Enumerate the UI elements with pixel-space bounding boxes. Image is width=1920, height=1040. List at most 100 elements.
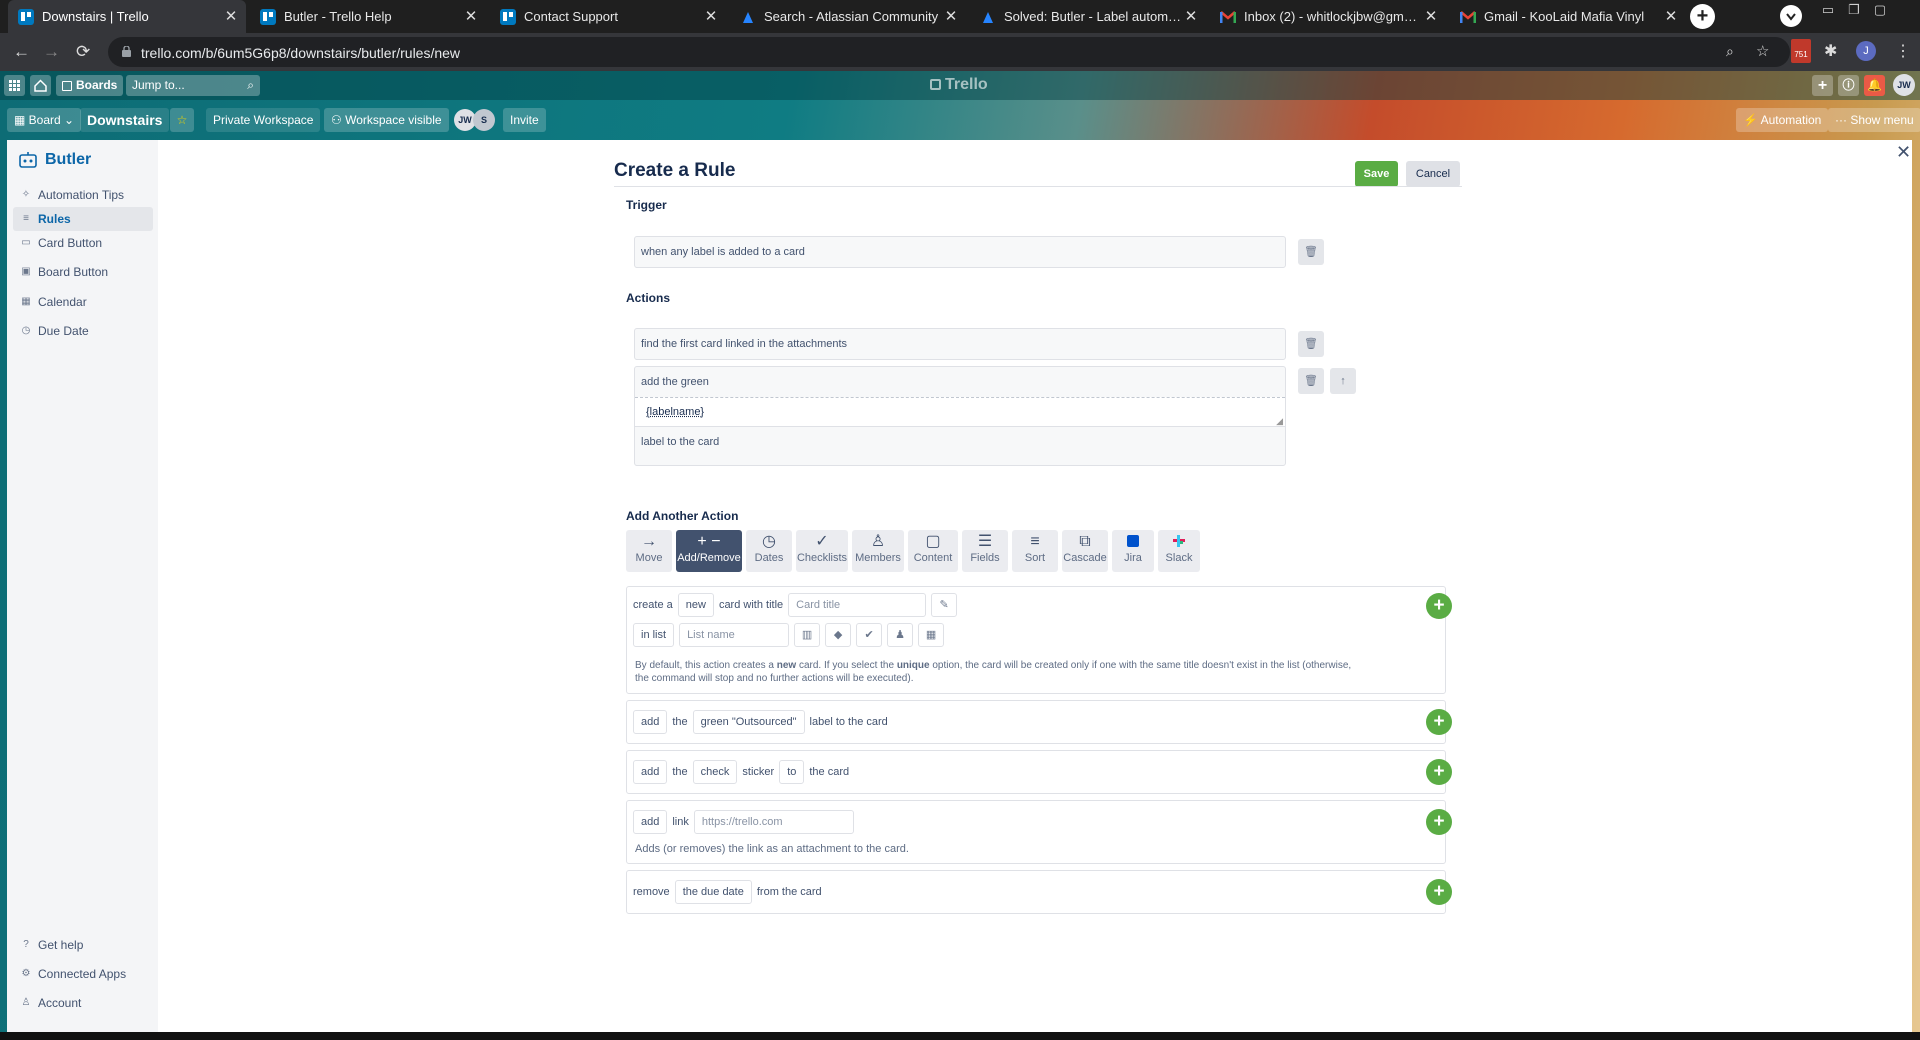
board-view-switcher[interactable]: ▦ Board ⌄	[7, 108, 81, 132]
add-option-button[interactable]: +	[1426, 879, 1452, 905]
sidebar-item-rules[interactable]: ≡ Rules	[13, 207, 153, 231]
calendar-icon[interactable]: ▦	[918, 623, 944, 647]
add-option-button[interactable]: +	[1426, 809, 1452, 835]
category-cascade[interactable]: ⧉ Cascade	[1062, 530, 1108, 572]
category-sort[interactable]: ≡ Sort	[1012, 530, 1058, 572]
cancel-button[interactable]: Cancel	[1406, 161, 1460, 187]
close-icon[interactable]: ✕	[1182, 8, 1200, 26]
trigger-field[interactable]: when any label is added to a card	[634, 236, 1286, 268]
edit-icon[interactable]: ✎	[931, 593, 957, 617]
browser-tab[interactable]: Contact Support ✕	[490, 0, 726, 33]
preposition-dropdown[interactable]: to	[779, 760, 804, 784]
checklist-icon[interactable]: ✔	[856, 623, 882, 647]
apps-grid-icon[interactable]	[4, 75, 25, 96]
maximize-icon[interactable]: ▢	[1870, 3, 1890, 19]
resize-handle-icon[interactable]: ◢	[1276, 416, 1283, 426]
star-icon[interactable]: ☆	[170, 108, 194, 132]
jump-to-search[interactable]: Jump to... ⌕	[126, 75, 260, 96]
create-plus-icon[interactable]: +	[1812, 75, 1833, 96]
close-icon[interactable]: ✕	[702, 8, 720, 26]
invite-button[interactable]: Invite	[503, 108, 546, 132]
category-checklists[interactable]: ✓ Checklists	[796, 530, 848, 572]
label-name-textarea[interactable]: {labelname} ◢	[635, 397, 1285, 427]
sidebar-item-automation-tips[interactable]: ✧ Automation Tips	[13, 183, 153, 207]
sticker-dropdown[interactable]: check	[693, 760, 738, 784]
browser-tab[interactable]: Downstairs | Trello ✕	[8, 0, 246, 33]
home-icon[interactable]	[30, 75, 51, 96]
browser-tab[interactable]: Butler - Trello Help ✕	[250, 0, 486, 33]
close-icon[interactable]: ✕	[1662, 8, 1680, 26]
link-url-input[interactable]: https://trello.com	[694, 810, 854, 834]
category-content[interactable]: ▢ Content	[908, 530, 958, 572]
move-up-arrow-icon[interactable]: ↑	[1330, 368, 1356, 394]
zoom-icon[interactable]: ⌕	[1726, 43, 1734, 60]
extensions-icon[interactable]: ✱	[1824, 41, 1837, 61]
browser-tab[interactable]: Inbox (2) - whitlockjbw@gmail.com ✕	[1210, 0, 1446, 33]
label-picker[interactable]: green "Outsourced"	[693, 710, 805, 734]
sidebar-item-card-button[interactable]: ▭ Card Button	[13, 231, 153, 255]
sidebar-item-connected-apps[interactable]: ⚙ Connected Apps	[13, 962, 153, 986]
show-menu-button[interactable]: ··· Show menu	[1828, 108, 1920, 132]
columns-icon[interactable]: ▥	[794, 623, 820, 647]
sidebar-item-calendar[interactable]: ▦ Calendar	[13, 290, 153, 314]
restore-icon[interactable]: ❐	[1844, 3, 1864, 19]
add-option-button[interactable]: +	[1426, 593, 1452, 619]
add-remove-dropdown[interactable]: add	[633, 710, 667, 734]
delete-trash-icon[interactable]: 🗑	[1298, 368, 1324, 394]
sidebar-item-get-help[interactable]: ? Get help	[13, 933, 153, 957]
board-name[interactable]: Downstairs	[80, 108, 169, 132]
add-option-button[interactable]: +	[1426, 759, 1452, 785]
browser-tab[interactable]: Gmail - KooLaid Mafia Vinyl ✕	[1450, 0, 1686, 33]
forward-icon[interactable]: →	[43, 42, 60, 62]
list-position-dropdown[interactable]: in list	[633, 623, 674, 647]
card-title-input[interactable]: Card title	[788, 593, 926, 617]
category-members[interactable]: ♙ Members	[852, 530, 904, 572]
visibility-button[interactable]: ⚇ Workspace visible	[324, 108, 449, 132]
close-icon[interactable]: ✕	[462, 8, 480, 26]
action-field[interactable]: find the first card linked in the attach…	[634, 328, 1286, 360]
category-add-remove[interactable]: + − Add/Remove	[676, 530, 742, 572]
reload-icon[interactable]: ⟳	[76, 42, 90, 62]
delete-trash-icon[interactable]: 🗑	[1298, 239, 1324, 265]
info-icon[interactable]: ⓘ	[1838, 75, 1859, 96]
extension-badge-icon[interactable]: 751	[1791, 39, 1811, 63]
workspace-button[interactable]: Private Workspace	[206, 108, 320, 132]
close-icon[interactable]: ✕	[222, 8, 240, 26]
category-slack[interactable]: Slack	[1158, 530, 1200, 572]
label-tag-icon[interactable]: ◆	[825, 623, 851, 647]
due-date-dropdown[interactable]: the due date	[675, 880, 752, 904]
delete-trash-icon[interactable]: 🗑	[1298, 331, 1324, 357]
close-icon[interactable]: ✕	[1896, 142, 1911, 163]
browser-tab[interactable]: Solved: Butler - Label automation ✕	[970, 0, 1206, 33]
boards-button[interactable]: Boards	[56, 75, 123, 96]
sidebar-item-board-button[interactable]: ▣ Board Button	[13, 260, 153, 284]
sidebar-item-due-date[interactable]: ◷ Due Date	[13, 319, 153, 343]
back-icon[interactable]: ←	[13, 42, 30, 62]
browser-tab[interactable]: Search - Atlassian Community ✕	[730, 0, 966, 33]
user-avatar[interactable]: JW	[1893, 74, 1915, 96]
category-fields[interactable]: ☰ Fields	[962, 530, 1008, 572]
profile-avatar[interactable]: J	[1856, 41, 1876, 61]
sidebar-item-account[interactable]: ♙ Account	[13, 991, 153, 1015]
notification-bell-icon[interactable]: 🔔	[1864, 75, 1885, 96]
list-name-input[interactable]: List name	[679, 623, 789, 647]
more-menu-icon[interactable]: ⋮	[1895, 41, 1911, 61]
member-icon[interactable]: ♟	[887, 623, 913, 647]
close-icon[interactable]: ✕	[1422, 8, 1440, 26]
add-remove-dropdown[interactable]: add	[633, 810, 667, 834]
trello-logo[interactable]: Trello	[930, 76, 988, 94]
automation-button[interactable]: ⚡ Automation	[1736, 108, 1828, 132]
category-jira[interactable]: Jira	[1112, 530, 1154, 572]
mode-dropdown[interactable]: new	[678, 593, 714, 617]
bookmark-star-icon[interactable]: ☆	[1756, 42, 1769, 60]
category-move[interactable]: → Move	[626, 530, 672, 572]
address-bar[interactable]: trello.com/b/6um5G6p8/downstairs/butler/…	[108, 37, 1790, 67]
minimize-icon[interactable]: ▭	[1818, 3, 1838, 19]
save-button[interactable]: Save	[1355, 161, 1398, 187]
profile-menu-icon[interactable]	[1780, 5, 1802, 27]
category-dates[interactable]: ◷ Dates	[746, 530, 792, 572]
add-option-button[interactable]: +	[1426, 709, 1452, 735]
new-tab-button[interactable]: +	[1690, 4, 1715, 29]
member-avatar[interactable]: S	[473, 109, 495, 131]
close-icon[interactable]: ✕	[942, 8, 960, 26]
